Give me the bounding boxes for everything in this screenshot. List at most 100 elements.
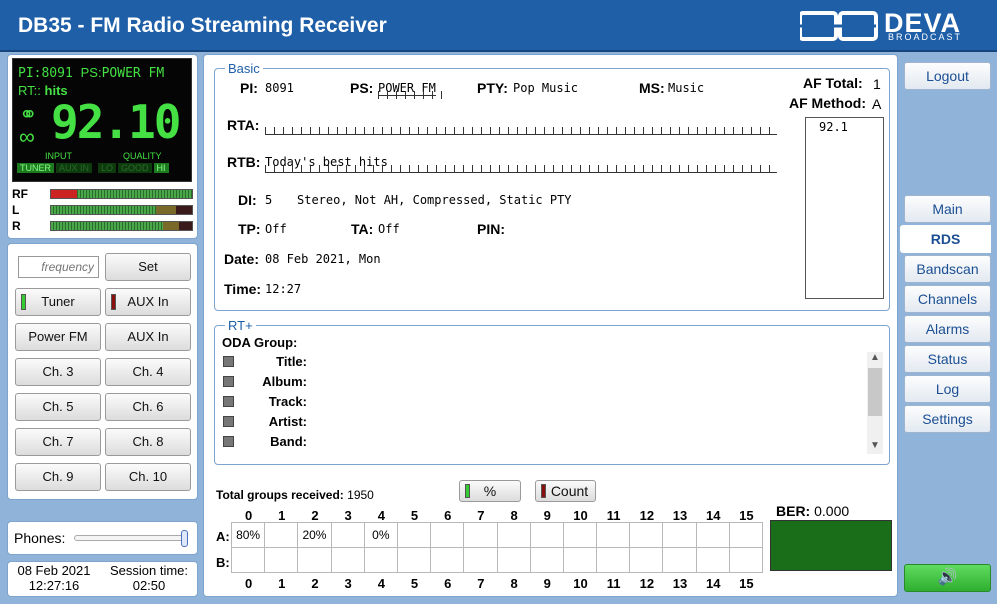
frequency-input[interactable] [18, 256, 99, 278]
speaker-button[interactable]: 🔊 [904, 564, 991, 592]
logout-button[interactable]: Logout [904, 62, 991, 90]
session-time-label: Session time: [109, 563, 189, 578]
nav-channels[interactable]: Channels [904, 285, 991, 313]
groups-table: 80% 20% 0% [230, 522, 764, 573]
preset-button[interactable]: Ch. 7 [15, 428, 101, 456]
group-cell [463, 522, 498, 548]
l-meter [50, 205, 193, 215]
count-indicator [541, 484, 546, 498]
rf-meter [50, 189, 193, 199]
aux-in-button[interactable]: AUX In [105, 288, 191, 316]
lcd-ps: POWER FM [101, 66, 165, 81]
rtplus-artist-label: Artist: [268, 414, 307, 429]
lcd-ps-label: PS: [80, 65, 102, 80]
nav-alarms[interactable]: Alarms [904, 315, 991, 343]
rta-label: RTA: [227, 117, 260, 133]
rtplus-scrollbar[interactable]: ▲ ▼ [867, 352, 883, 454]
l-meter-label: L [12, 203, 20, 217]
group-cell [264, 547, 299, 573]
session-clock: 08 Feb 2021 12:27:16 [10, 563, 98, 593]
af-list-box[interactable]: 92.1 [805, 117, 884, 299]
preset-button[interactable]: Ch. 3 [15, 358, 101, 386]
percent-label: % [483, 483, 497, 499]
scroll-thumb[interactable] [868, 368, 882, 416]
nav-settings[interactable]: Settings [904, 405, 991, 433]
set-button[interactable]: Set [105, 253, 191, 281]
ber-readout: BER: 0.000 [776, 503, 849, 519]
phones-volume-slider[interactable] [74, 535, 188, 541]
group-cell [728, 522, 764, 548]
ber-label: BER: [776, 503, 811, 519]
speaker-icon: 🔊 [937, 569, 958, 586]
bottom-col-header: 15 [739, 576, 754, 591]
nav-log[interactable]: Log [904, 375, 991, 403]
nav-bandscan[interactable]: Bandscan [904, 255, 991, 283]
preset-button[interactable]: Ch. 5 [15, 393, 101, 421]
row-b-label: B: [216, 555, 230, 570]
af-method-value: A [872, 96, 882, 112]
ta-value: Off [378, 222, 400, 236]
group-cell [662, 547, 697, 573]
preset-button[interactable]: Ch. 10 [105, 463, 191, 491]
group-cell [695, 522, 730, 548]
nav-main[interactable]: Main [904, 195, 991, 223]
tuner-button[interactable]: Tuner [15, 288, 101, 316]
tuner-label: Tuner [41, 294, 75, 309]
rtplus-album-label: Album: [262, 374, 307, 389]
ps-label: PS: [350, 80, 374, 96]
preset-button[interactable]: Ch. 9 [15, 463, 101, 491]
lcd-input-aux: AUX IN [56, 163, 93, 173]
rtplus-section: RT+ [214, 318, 890, 465]
rtplus-track-label: Track: [268, 394, 307, 409]
top-col-header: 0 [244, 508, 253, 523]
top-col-header: 10 [573, 508, 588, 523]
preset-button[interactable]: Ch. 6 [105, 393, 191, 421]
lcd-input-tuner: TUNER [17, 163, 54, 173]
af-list-item: 92.1 [819, 120, 848, 134]
bottom-col-header: 7 [477, 576, 485, 591]
bottom-col-header: 10 [573, 576, 588, 591]
group-cell [562, 547, 598, 573]
ms-label: MS: [639, 80, 665, 96]
top-col-header: 4 [377, 508, 385, 523]
preset-button[interactable]: Power FM [15, 323, 101, 351]
preset-button[interactable]: Ch. 8 [105, 428, 191, 456]
lcd-pi: 8091 [41, 66, 73, 81]
session-time: 02:50 [132, 578, 166, 593]
percent-button[interactable]: % [459, 480, 521, 502]
phones-slider-handle[interactable] [181, 530, 188, 547]
top-col-header: 2 [311, 508, 319, 523]
nav-status[interactable]: Status [904, 345, 991, 373]
total-groups-value: 1950 [347, 488, 374, 502]
group-cell [695, 547, 730, 573]
count-button[interactable]: Count [535, 480, 596, 502]
lcd-quality-hi: HI [153, 163, 169, 173]
top-col-header: 15 [739, 508, 754, 523]
band-indicator [223, 436, 234, 447]
group-cell [596, 547, 631, 573]
lcd-pi-label: PI: [18, 66, 42, 81]
top-col-header: 5 [410, 508, 419, 523]
group-cell [430, 522, 465, 548]
group-cell [330, 522, 365, 548]
af-total-value: 1 [873, 76, 881, 92]
artist-indicator [223, 416, 234, 427]
group-cell [330, 547, 365, 573]
pi-label: PI: [240, 80, 258, 96]
rf-meter-label: RF [12, 187, 28, 201]
preset-button[interactable]: Ch. 4 [105, 358, 191, 386]
top-col-header: 6 [444, 508, 452, 523]
preset-button[interactable]: AUX In [105, 323, 191, 351]
scroll-down-icon[interactable]: ▼ [870, 440, 880, 451]
scroll-up-icon[interactable]: ▲ [870, 352, 880, 363]
nav-rds[interactable]: RDS [900, 225, 991, 253]
lcd-quality-lo: LO [98, 163, 117, 173]
bottom-col-header: 0 [244, 576, 253, 591]
lcd-input-label: INPUT [45, 151, 72, 161]
top-col-header: 3 [344, 508, 352, 523]
group-cell [396, 522, 432, 548]
logo-subtext: BROADCAST [888, 32, 963, 42]
group-cell [363, 547, 398, 573]
ber-value: 0.000 [814, 503, 850, 519]
group-cell: 0% [363, 522, 398, 548]
